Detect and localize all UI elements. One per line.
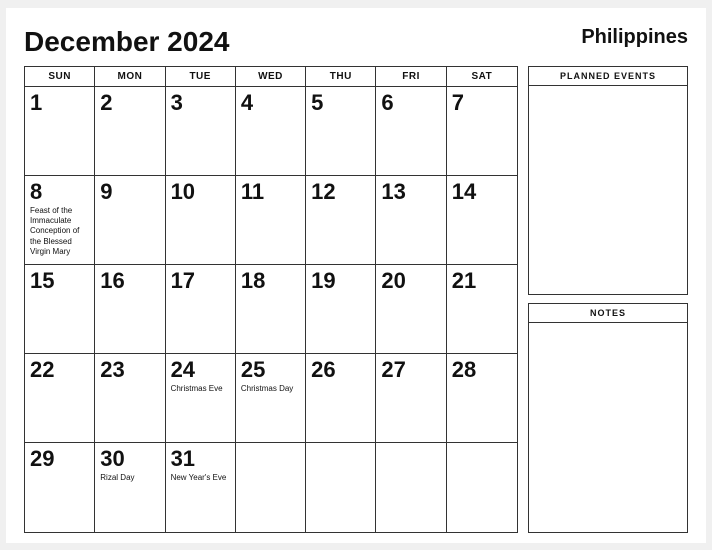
- planned-events-box: PLANNED EVENTS: [528, 66, 688, 296]
- month-title: December 2024: [24, 26, 229, 58]
- cell-number: 8: [30, 180, 89, 204]
- cell-number: 17: [171, 269, 230, 293]
- calendar-cell[interactable]: 12: [306, 176, 376, 265]
- cell-number: 4: [241, 91, 300, 115]
- calendar-cell[interactable]: 5: [306, 87, 376, 176]
- cell-number: 31: [171, 447, 230, 471]
- sidebar: PLANNED EVENTS NOTES: [528, 66, 688, 533]
- calendar-cell[interactable]: 14: [447, 176, 517, 265]
- calendar-cell[interactable]: 4: [236, 87, 306, 176]
- calendar-section: SUNMONTUEWEDTHUFRISAT 12345678Feast of t…: [24, 66, 518, 533]
- cell-number: 28: [452, 358, 512, 382]
- cell-number: 7: [452, 91, 512, 115]
- cell-number: 10: [171, 180, 230, 204]
- planned-events-title: PLANNED EVENTS: [529, 67, 687, 86]
- cell-number: 20: [381, 269, 440, 293]
- planned-events-content: [529, 86, 687, 295]
- calendar-cell[interactable]: 2: [95, 87, 165, 176]
- calendar-cell[interactable]: 15: [25, 265, 95, 354]
- day-header-thu: THU: [306, 67, 376, 86]
- calendar-cell[interactable]: [447, 443, 517, 532]
- calendar-cell[interactable]: 8Feast of the Immaculate Conception of t…: [25, 176, 95, 265]
- cell-number: 15: [30, 269, 89, 293]
- calendar-cell[interactable]: 28: [447, 354, 517, 443]
- cell-event: New Year's Eve: [171, 473, 230, 483]
- main-content: SUNMONTUEWEDTHUFRISAT 12345678Feast of t…: [24, 66, 688, 533]
- cell-number: 21: [452, 269, 512, 293]
- calendar-cell[interactable]: 25 Christmas Day: [236, 354, 306, 443]
- day-header-mon: MON: [95, 67, 165, 86]
- cell-number: 9: [100, 180, 159, 204]
- calendar-cell[interactable]: 7: [447, 87, 517, 176]
- cell-number: 6: [381, 91, 440, 115]
- day-header-sat: SAT: [447, 67, 517, 86]
- notes-content: [529, 323, 687, 532]
- cell-number: 14: [452, 180, 512, 204]
- cell-number: 30: [100, 447, 159, 471]
- cell-number: 5: [311, 91, 370, 115]
- calendar-cell[interactable]: 3: [166, 87, 236, 176]
- cell-event: Rizal Day: [100, 473, 159, 483]
- cell-number: 1: [30, 91, 89, 115]
- calendar-cell[interactable]: [376, 443, 446, 532]
- cell-event: Christmas Eve: [171, 384, 230, 394]
- calendar-cell[interactable]: 19: [306, 265, 376, 354]
- calendar-cell[interactable]: 10: [166, 176, 236, 265]
- calendar-cell[interactable]: [306, 443, 376, 532]
- calendar-cell[interactable]: 13: [376, 176, 446, 265]
- calendar-cell[interactable]: 16: [95, 265, 165, 354]
- calendar-cell[interactable]: 27: [376, 354, 446, 443]
- cell-number: 16: [100, 269, 159, 293]
- header: December 2024 Philippines: [24, 26, 688, 58]
- cell-number: 26: [311, 358, 370, 382]
- cell-number: 19: [311, 269, 370, 293]
- cell-number: 27: [381, 358, 440, 382]
- cell-number: 24: [171, 358, 230, 382]
- calendar-cell[interactable]: 30 Rizal Day: [95, 443, 165, 532]
- calendar-cell[interactable]: 6: [376, 87, 446, 176]
- calendar-cell[interactable]: 29: [25, 443, 95, 532]
- calendar-cell[interactable]: 9: [95, 176, 165, 265]
- calendar-grid: 12345678Feast of the Immaculate Concepti…: [25, 87, 517, 532]
- calendar-cell[interactable]: 17: [166, 265, 236, 354]
- cell-number: 2: [100, 91, 159, 115]
- calendar-cell[interactable]: 20: [376, 265, 446, 354]
- cell-number: 25: [241, 358, 300, 382]
- calendar-cell[interactable]: 18: [236, 265, 306, 354]
- day-headers: SUNMONTUEWEDTHUFRISAT: [25, 67, 517, 87]
- calendar-cell[interactable]: 26: [306, 354, 376, 443]
- day-header-tue: TUE: [166, 67, 236, 86]
- cell-number: 3: [171, 91, 230, 115]
- country-title: Philippines: [581, 26, 688, 49]
- day-header-sun: SUN: [25, 67, 95, 86]
- day-header-fri: FRI: [376, 67, 446, 86]
- calendar-cell[interactable]: 23: [95, 354, 165, 443]
- day-header-wed: WED: [236, 67, 306, 86]
- notes-box: NOTES: [528, 303, 688, 533]
- cell-number: 18: [241, 269, 300, 293]
- calendar-cell[interactable]: 24 Christmas Eve: [166, 354, 236, 443]
- calendar-cell[interactable]: 31 New Year's Eve: [166, 443, 236, 532]
- cell-number: 29: [30, 447, 89, 471]
- calendar-page: December 2024 Philippines SUNMONTUEWEDTH…: [6, 8, 706, 543]
- cell-event: Feast of the Immaculate Conception of th…: [30, 206, 89, 258]
- calendar-cell[interactable]: 11: [236, 176, 306, 265]
- notes-title: NOTES: [529, 304, 687, 323]
- cell-event: Christmas Day: [241, 384, 300, 394]
- cell-number: 12: [311, 180, 370, 204]
- calendar-cell[interactable]: [236, 443, 306, 532]
- calendar-cell[interactable]: 22: [25, 354, 95, 443]
- cell-number: 13: [381, 180, 440, 204]
- cell-number: 23: [100, 358, 159, 382]
- cell-number: 22: [30, 358, 89, 382]
- calendar-cell[interactable]: 21: [447, 265, 517, 354]
- cell-number: 11: [241, 180, 300, 204]
- calendar-cell[interactable]: 1: [25, 87, 95, 176]
